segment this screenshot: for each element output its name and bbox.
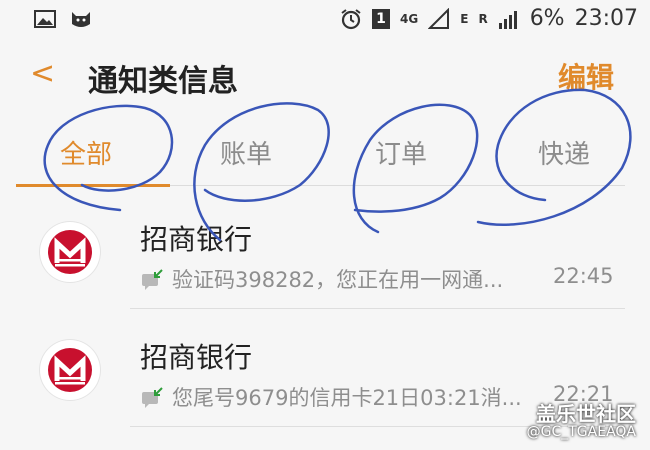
status-bar: 1 4G E R 6% 23:07 <box>0 0 650 40</box>
cat-icon <box>72 12 90 27</box>
image-icon <box>34 10 56 28</box>
tab-express[interactable]: 快递 <box>538 134 590 171</box>
bank-logo <box>40 340 100 400</box>
message-time: 22:45 <box>553 264 614 288</box>
message-sender: 招商银行 <box>140 341 253 374</box>
signal-icon-2 <box>498 10 517 29</box>
active-tab-indicator <box>16 184 170 187</box>
edit-button[interactable]: 编辑 <box>558 56 614 96</box>
message-snippet: 您尾号9679的信用卡21日03:21消... <box>172 386 522 410</box>
tab-bills[interactable]: 账单 <box>220 134 272 171</box>
back-button[interactable]: < <box>30 56 55 91</box>
network-type: 4G <box>400 11 419 26</box>
watermark-brand: 盖乐世社区 <box>536 402 636 426</box>
status-right: 1 4G E R 6% 23:07 <box>340 6 638 31</box>
cmb-logo-icon <box>48 348 92 392</box>
tab-all[interactable]: 全部 <box>60 134 112 171</box>
status-time: 23:07 <box>574 6 638 31</box>
tab-orders[interactable]: 订单 <box>375 134 427 171</box>
battery-level: 6% <box>529 6 565 31</box>
r-label: R <box>478 11 488 26</box>
sim-badge: 1 <box>372 8 391 29</box>
message-received-icon <box>142 387 163 408</box>
message-item[interactable]: 招商银行 验证码398282，您正在用一网通... 22:45 <box>0 212 650 330</box>
message-sender: 招商银行 <box>140 223 253 256</box>
alarm-icon <box>341 8 361 29</box>
tab-divider <box>170 185 625 186</box>
message-received-icon <box>142 269 163 290</box>
list-divider <box>130 308 625 309</box>
category-tabs: 全部 账单 订单 快递 <box>0 120 650 190</box>
bank-logo <box>40 222 100 282</box>
message-snippet: 验证码398282，您正在用一网通... <box>172 268 504 292</box>
status-left-icons <box>34 8 92 30</box>
watermark-handle: @GC_TGAEAQA <box>526 424 636 440</box>
signal-icon <box>428 7 450 29</box>
cmb-logo-icon <box>48 230 92 274</box>
page-title: 通知类信息 <box>88 64 238 99</box>
e-label: E <box>460 11 469 26</box>
app-header: < 通知类信息 编辑 <box>0 48 650 108</box>
